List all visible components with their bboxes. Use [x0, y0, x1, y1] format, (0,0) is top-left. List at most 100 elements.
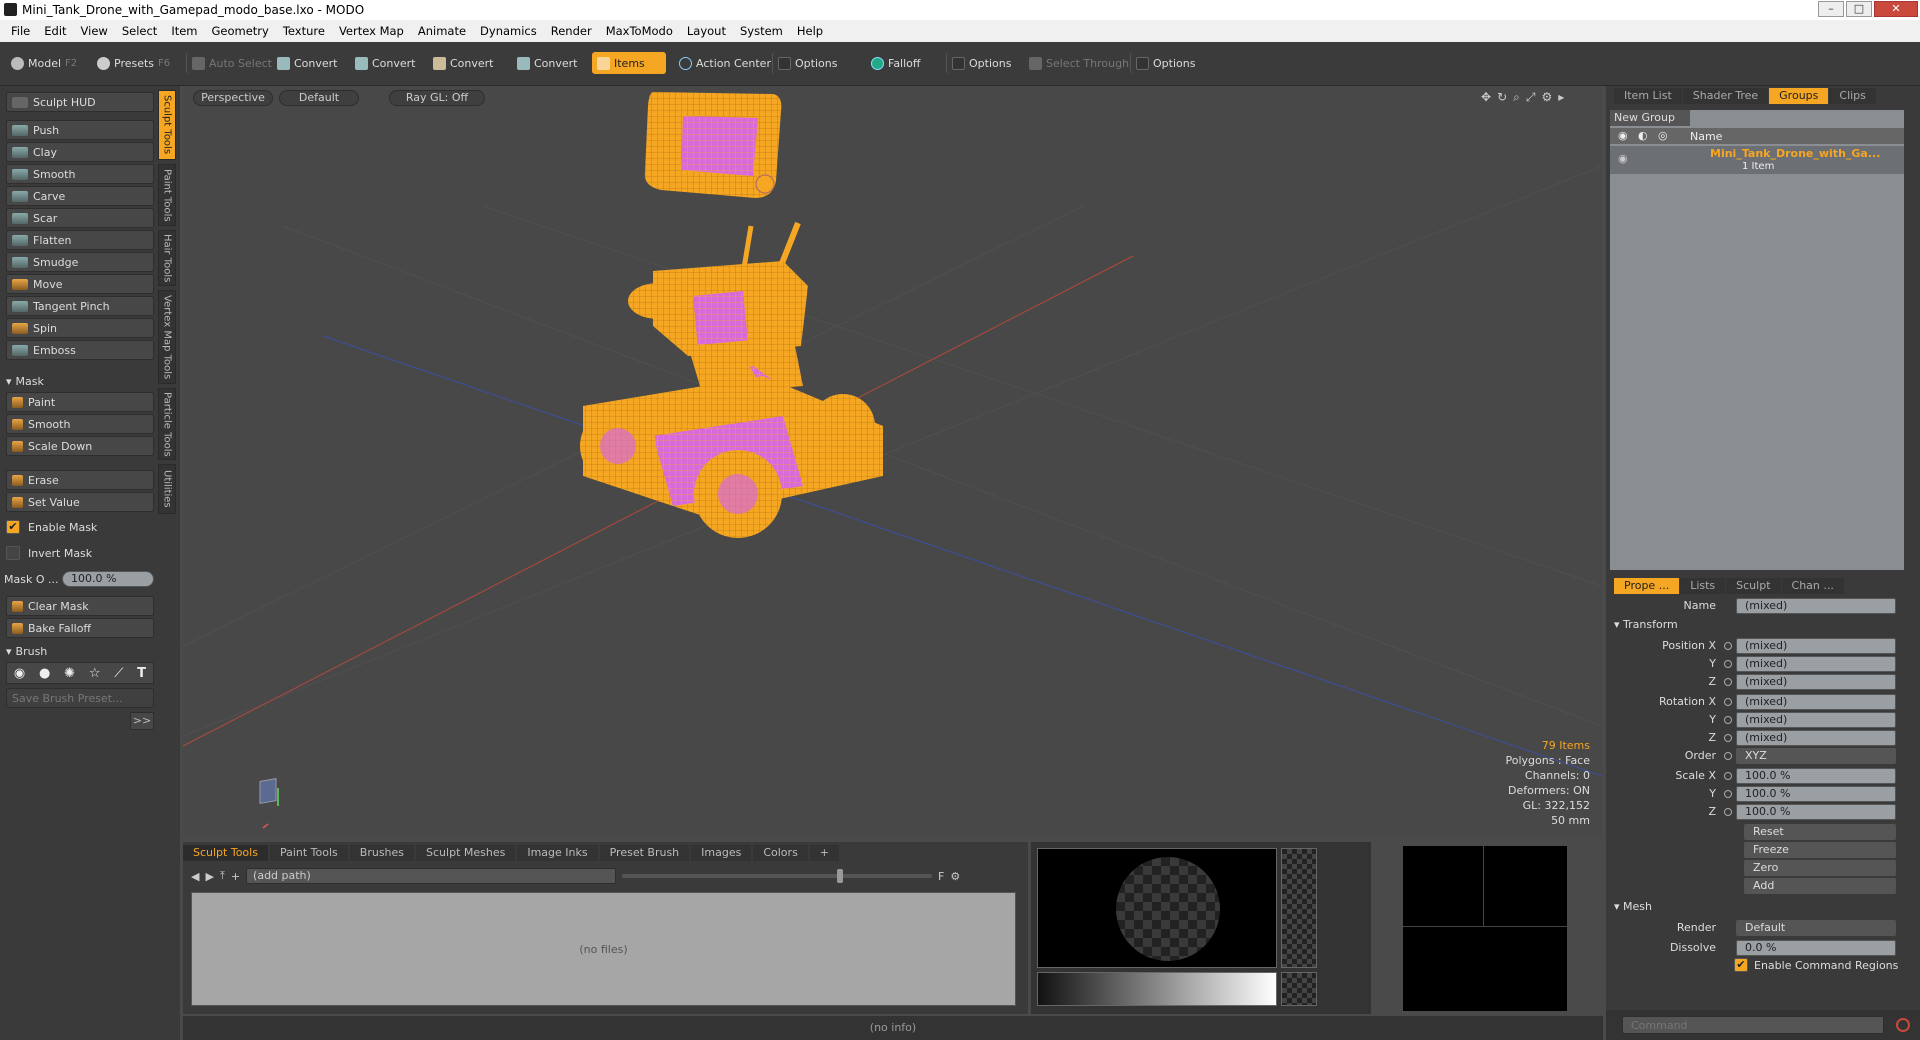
up-folder-icon[interactable]: ⤒	[220, 869, 225, 883]
menu-layout[interactable]: Layout	[680, 24, 733, 38]
scale-y-field[interactable]: 100.0 %	[1736, 786, 1896, 802]
menu-system[interactable]: System	[733, 24, 790, 38]
falloff-button[interactable]: Falloff	[866, 52, 925, 74]
mask-section-header[interactable]: ▾ Mask	[6, 372, 154, 390]
filter-icon[interactable]: F	[938, 870, 944, 883]
rotation-z-field[interactable]: (mixed)	[1736, 730, 1896, 746]
menu-help[interactable]: Help	[790, 24, 830, 38]
menu-select[interactable]: Select	[115, 24, 164, 38]
tab-properties[interactable]: Prope ...	[1614, 578, 1680, 594]
hard-brush-icon[interactable]: ●	[39, 666, 50, 681]
eye-icon[interactable]: ◉	[1618, 152, 1628, 165]
tab-shader-tree[interactable]: Shader Tree	[1682, 88, 1769, 104]
keyframe-dot[interactable]	[1724, 772, 1732, 780]
bake-falloff-button[interactable]: Bake Falloff	[6, 618, 154, 638]
close-button[interactable]: ✕	[1874, 1, 1918, 17]
tab-lists[interactable]: Lists	[1680, 578, 1726, 594]
keyframe-dot[interactable]	[1724, 678, 1732, 686]
tab-clips[interactable]: Clips	[1829, 88, 1876, 104]
clear-mask-button[interactable]: Clear Mask	[6, 596, 154, 616]
erase-button[interactable]: Erase	[6, 470, 154, 490]
add-dropdown[interactable]: Add	[1744, 878, 1896, 894]
render-dropdown[interactable]: Default	[1736, 920, 1896, 936]
record-icon[interactable]	[1896, 1018, 1910, 1032]
tab-colors[interactable]: Colors	[753, 845, 808, 861]
new-group-button[interactable]: New Group	[1610, 110, 1690, 126]
tab-sculpt-tools[interactable]: Sculpt Tools	[158, 90, 176, 160]
group-row[interactable]: ◉ Mini_Tank_Drone_with_Ga... 1 Item	[1610, 146, 1904, 174]
tab-brushes[interactable]: Brushes	[349, 845, 415, 861]
keyframe-dot[interactable]	[1724, 752, 1732, 760]
tab-vertex-map-tools[interactable]: Vertex Map Tools	[158, 290, 176, 384]
tool-push[interactable]: Push	[6, 120, 154, 140]
menu-render[interactable]: Render	[544, 24, 599, 38]
position-x-field[interactable]: (mixed)	[1736, 638, 1896, 654]
zero-dropdown[interactable]: Zero	[1744, 860, 1896, 876]
keyframe-dot[interactable]	[1724, 790, 1732, 798]
tab-hair-tools[interactable]: Hair Tools	[158, 230, 176, 286]
menu-dynamics[interactable]: Dynamics	[473, 24, 544, 38]
splat-brush-icon[interactable]: ✺	[64, 666, 75, 681]
select-options-button[interactable]: Options	[1130, 52, 1200, 74]
maximize-button[interactable]: □	[1846, 1, 1872, 17]
tool-carve[interactable]: Carve	[6, 186, 154, 206]
menu-maxtomodo[interactable]: MaxToModo	[599, 24, 680, 38]
tool-smooth[interactable]: Smooth	[6, 164, 154, 184]
tool-tangent-pinch[interactable]: Tangent Pinch	[6, 296, 154, 316]
more-button[interactable]: >>	[130, 712, 154, 730]
checkbox-icon[interactable]	[6, 546, 20, 560]
star-brush-icon[interactable]: ☆	[89, 666, 101, 681]
3d-viewport[interactable]: Perspective Default Ray GL: Off ✥ ↻ ⌕ ⤢ …	[183, 86, 1602, 838]
menu-animate[interactable]: Animate	[411, 24, 473, 38]
convert-button-2[interactable]: Convert	[350, 52, 421, 74]
order-dropdown[interactable]: XYZ	[1736, 748, 1896, 764]
checkmark-icon[interactable]: ✔	[1734, 958, 1748, 972]
auto-select-button[interactable]: Auto Select	[186, 52, 277, 74]
sculpt-hud-button[interactable]: Sculpt HUD	[6, 92, 154, 112]
keyframe-dot[interactable]	[1724, 808, 1732, 816]
lock-icon[interactable]: ◐	[1638, 129, 1648, 142]
scale-z-field[interactable]: 100.0 %	[1736, 804, 1896, 820]
rotation-y-field[interactable]: (mixed)	[1736, 712, 1896, 728]
tab-images[interactable]: Images	[691, 845, 752, 861]
save-brush-preset-button[interactable]: Save Brush Preset...	[6, 688, 154, 708]
enable-command-regions-toggle[interactable]: ✔ Enable Command Regions	[1734, 958, 1898, 972]
path-dropdown[interactable]: (add path)	[246, 868, 617, 884]
convert-button-1[interactable]: Convert	[272, 52, 343, 74]
soft-brush-icon[interactable]: ◉	[14, 666, 25, 681]
tab-groups[interactable]: Groups	[1769, 88, 1829, 104]
eye-icon[interactable]: ◉	[1618, 129, 1628, 142]
tool-smudge[interactable]: Smudge	[6, 252, 154, 272]
freeze-dropdown[interactable]: Freeze	[1744, 842, 1896, 858]
back-arrow-icon[interactable]: ◀	[191, 870, 199, 883]
tab-sculpt[interactable]: Sculpt	[1726, 578, 1781, 594]
gear-icon[interactable]: ⚙	[950, 870, 960, 883]
menu-edit[interactable]: Edit	[37, 24, 73, 38]
keyframe-dot[interactable]	[1724, 734, 1732, 742]
brush-section-header[interactable]: ▾ Brush	[6, 642, 154, 660]
convert-button-4[interactable]: Convert	[512, 52, 583, 74]
render-icon[interactable]: ◎	[1658, 129, 1668, 142]
mask-smooth[interactable]: Smooth	[6, 414, 154, 434]
tab-item-list[interactable]: Item List	[1614, 88, 1682, 104]
tool-flatten[interactable]: Flatten	[6, 230, 154, 250]
menu-vertex-map[interactable]: Vertex Map	[332, 24, 411, 38]
tab-utilities[interactable]: Utilities	[158, 464, 176, 514]
select-through-button[interactable]: Select Through	[1024, 52, 1134, 74]
dissolve-field[interactable]: 0.0 %	[1736, 940, 1896, 956]
menu-item[interactable]: Item	[164, 24, 204, 38]
falloff-options-button[interactable]: Options	[946, 52, 1016, 74]
position-z-field[interactable]: (mixed)	[1736, 674, 1896, 690]
command-input[interactable]	[1622, 1016, 1884, 1034]
reset-dropdown[interactable]: Reset	[1744, 824, 1896, 840]
action-center-button[interactable]: Action Center	[674, 52, 776, 74]
name-field[interactable]: (mixed)	[1736, 598, 1896, 614]
presets-button[interactable]: Presets F6	[92, 52, 175, 74]
mask-opacity-field[interactable]: 100.0 %	[62, 571, 154, 587]
text-brush-icon[interactable]: T	[137, 666, 146, 681]
add-icon[interactable]: +	[231, 870, 240, 883]
tool-scar[interactable]: Scar	[6, 208, 154, 228]
convert-button-3[interactable]: Convert	[428, 52, 499, 74]
rotation-x-field[interactable]: (mixed)	[1736, 694, 1896, 710]
mesh-section[interactable]: ▾ Mesh	[1614, 900, 1652, 913]
